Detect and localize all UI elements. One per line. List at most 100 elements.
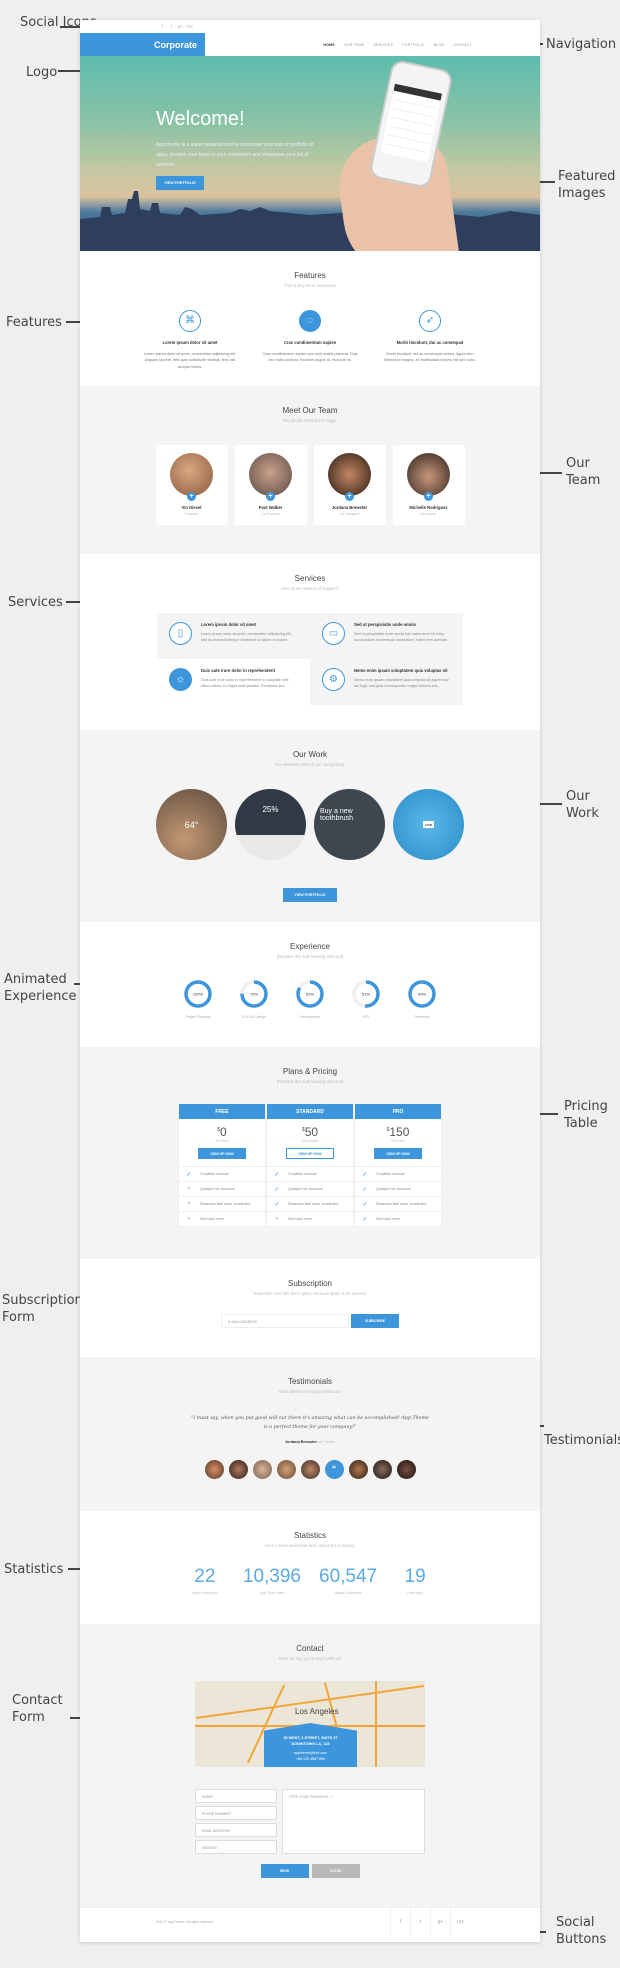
stat-item: 22 App's Developed: [185, 1566, 225, 1595]
plus-icon[interactable]: +: [424, 492, 433, 501]
sign-up-button[interactable]: SIGN UP NOW: [198, 1148, 246, 1159]
plan-price: $0: [217, 1125, 227, 1139]
copyright-text: 2014 © AppTheme. All rights reserved.: [156, 1920, 215, 1924]
service-item: ⚙ Nemo enim ipsam voluptatem quia volupt…: [310, 659, 463, 705]
portfolio-item-timer[interactable]: 25%: [235, 789, 306, 860]
email-input[interactable]: E-MAIL ADDRESS: [221, 1314, 349, 1328]
portfolio-item-weather[interactable]: 64°: [156, 789, 227, 860]
phone-field[interactable]: PHONE NUMBER*: [195, 1806, 277, 1820]
progress-ring: 100%: [184, 980, 212, 1008]
facebook-icon[interactable]: f: [390, 1907, 410, 1937]
city-skyline-image: [80, 191, 540, 251]
logo[interactable]: Corporate: [80, 33, 205, 56]
sign-up-button[interactable]: SIGN UP NOW: [286, 1148, 334, 1159]
progress-percent: 83%: [306, 992, 314, 997]
quote-icon[interactable]: “: [324, 1460, 344, 1479]
plan-period: One Year: [390, 1139, 406, 1143]
avatar[interactable]: [348, 1460, 368, 1479]
author-name: Jordana Brewster: [284, 1440, 317, 1444]
x-icon: ✕: [186, 1201, 192, 1207]
website-field[interactable]: WEBSITE: [195, 1840, 277, 1854]
nav-contact[interactable]: CONTACT: [453, 43, 472, 47]
service-text: Lorem ipsum dolor sit amet, consectetur …: [201, 632, 292, 642]
annotation-social-buttons: Social Buttons: [556, 1915, 607, 1947]
statistics-subtitle: Here's some awesome facts about our comp…: [264, 1543, 356, 1548]
nav-blog[interactable]: BLOG: [434, 43, 445, 47]
sign-up-button[interactable]: SIGN UP NOW: [374, 1148, 422, 1159]
testimonial-author: Jordana Brewster via Twitter: [80, 1440, 540, 1444]
nav-portfolio[interactable]: PORTFOLIO: [402, 43, 425, 47]
annotation-navigation: Navigation: [546, 37, 617, 52]
name-field[interactable]: NAME*: [195, 1789, 277, 1803]
facebook-icon[interactable]: f: [158, 24, 167, 30]
nav-services[interactable]: SERVICES: [373, 43, 393, 47]
testimonials-section: Testimonials What others are saying abou…: [80, 1357, 540, 1511]
nav-home[interactable]: HOME: [323, 43, 335, 47]
twitter-icon[interactable]: t: [410, 1907, 430, 1937]
avatar[interactable]: [204, 1460, 224, 1479]
google-plus-icon[interactable]: g+: [176, 24, 185, 30]
header: Corporate HOME OUR TEAM SERVICES PORTFOL…: [80, 33, 540, 56]
send-button[interactable]: SEND: [260, 1864, 309, 1878]
stat-label: App Store Sales: [259, 1591, 285, 1595]
avatar: +: [249, 453, 292, 501]
view-portfolio-button[interactable]: VIEW PORTFOLIO: [283, 888, 337, 902]
team-member-card[interactable]: + Jordana Brewster UX Designer: [313, 445, 386, 525]
google-plus-icon[interactable]: g+: [430, 1907, 450, 1937]
work-section: Our Work The sweetest taste of our candy…: [80, 730, 540, 922]
testimonial-avatars: “: [80, 1460, 540, 1479]
rss-icon[interactable]: rss: [185, 24, 194, 30]
check-icon: ✓: [362, 1186, 368, 1193]
clear-button[interactable]: CLEAR: [311, 1864, 360, 1878]
book-icon: ▯: [169, 622, 192, 645]
pricing-card-pro: PRO $150 One Year SIGN UP NOW ✓ Curabitur …: [355, 1104, 441, 1226]
work-subtitle: The sweetest taste of our candy shop.: [274, 762, 346, 767]
plus-icon[interactable]: +: [345, 492, 354, 501]
twitter-icon[interactable]: t: [167, 24, 176, 30]
feature-item: ⌘ Lorem ipsum dolor sit amet Lorem ipsum…: [140, 310, 240, 370]
subscription-subtitle: Subscribe now! We don't spam, because sp…: [253, 1291, 367, 1296]
progress-ring: 83%: [296, 980, 324, 1008]
avatar[interactable]: [252, 1460, 272, 1479]
portfolio-label: 25%: [262, 805, 279, 814]
team-member-card[interactable]: + Michelle Rodriguez Developer: [392, 445, 465, 525]
annotation-our-work: Our Work: [566, 789, 599, 821]
avatar[interactable]: [300, 1460, 320, 1479]
portfolio-item-todo[interactable]: Buy a new toothbrush: [314, 789, 385, 860]
experience-item: 100% Project Planning: [183, 979, 213, 1019]
avatar[interactable]: [228, 1460, 248, 1479]
testimonial-quote: "I must say, when you put good will out …: [191, 1416, 429, 1430]
hero-view-portfolio-button[interactable]: VIEW PORTFOLIO: [156, 176, 204, 190]
email-field[interactable]: EMAIL ADDRESS*: [195, 1823, 277, 1837]
experience-label: Development: [300, 1015, 320, 1019]
stat-label: Happy Customers: [334, 1591, 362, 1595]
pricing-card-standard: STANDARD $50 One Month SIGN UP NOW ✓ Curab…: [267, 1104, 353, 1226]
plan-name: PRO: [355, 1104, 441, 1119]
avatar[interactable]: [276, 1460, 296, 1479]
plan-feature: ✕ Phasellus felis dolor, condiment: [179, 1196, 265, 1211]
plan-feature: ✓ Quisque nec tincidunt: [355, 1181, 441, 1196]
portfolio-item-map[interactable]: chat: [393, 789, 464, 860]
check-icon: ✓: [362, 1171, 368, 1178]
message-textarea[interactable]: TYPE YOUR THOUGHTS...*: [282, 1789, 425, 1854]
experience-item: 99% Perfection: [407, 979, 437, 1019]
statistics-section: Statistics Here's some awesome facts abo…: [80, 1511, 540, 1624]
rss-icon[interactable]: rss: [450, 1907, 470, 1937]
avatar[interactable]: [396, 1460, 416, 1479]
plus-icon[interactable]: +: [187, 492, 196, 501]
subscribe-button[interactable]: SUBSCRIBE: [351, 1314, 399, 1328]
testimonials-subtitle: What others are saying about us?: [278, 1389, 342, 1394]
service-title: Duis aute irure dolor in reprehenderit: [201, 668, 275, 673]
team-member-card[interactable]: + Paul Walker Co-Founder: [234, 445, 307, 525]
work-title: Our Work: [292, 750, 328, 759]
team-member-card[interactable]: + Vin Diesel Founder: [155, 445, 228, 525]
avatar[interactable]: [372, 1460, 392, 1479]
nav-our-team[interactable]: OUR TEAM: [344, 43, 365, 47]
stat-item: 60,547 Happy Customers: [319, 1566, 377, 1595]
stat-label: App's Developed: [192, 1591, 218, 1595]
plus-icon[interactable]: +: [266, 492, 275, 501]
map[interactable]: Los Angeles 36 WEST, 3 STREET, SUITE 57 …: [195, 1681, 425, 1767]
services-section: Services How do we make it all happen? ▯…: [80, 554, 540, 730]
features-title: Features: [294, 271, 326, 280]
footer: 2014 © AppTheme. All rights reserved. f …: [80, 1907, 540, 1937]
